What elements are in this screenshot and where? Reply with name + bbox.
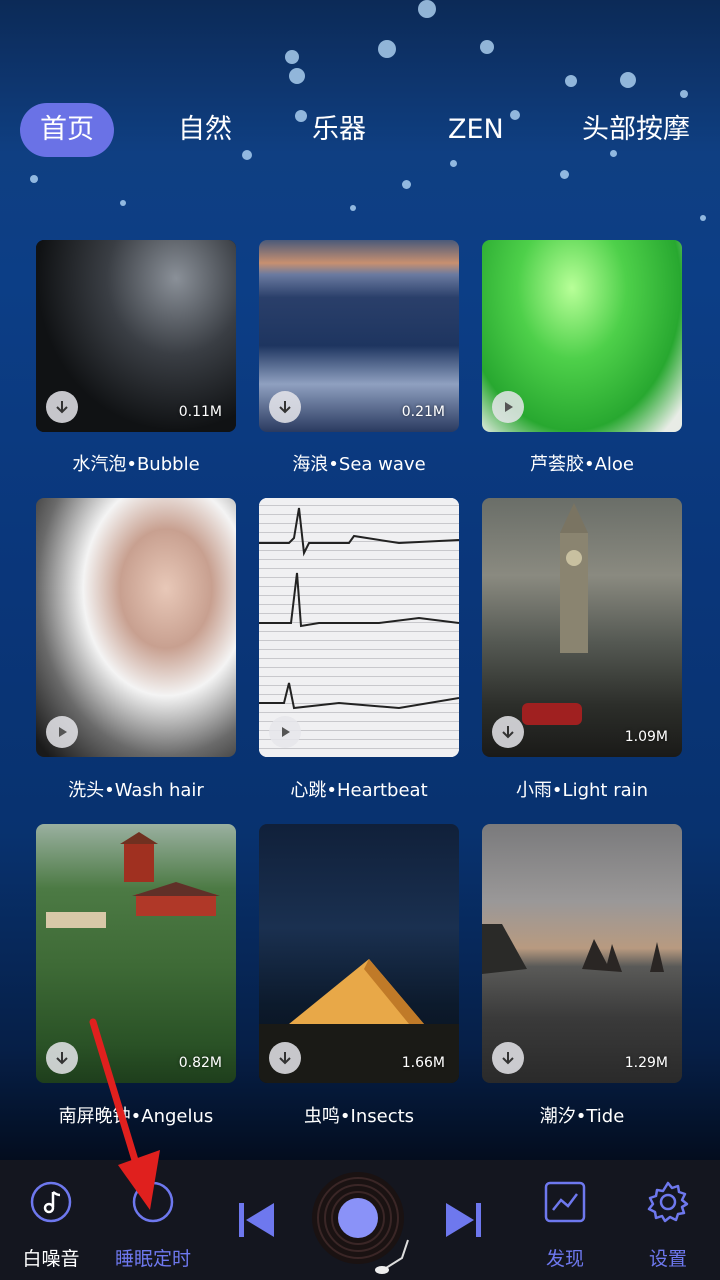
next-track-icon[interactable] (444, 1200, 484, 1240)
sound-card-insects[interactable]: 1.66M (259, 824, 459, 1083)
play-icon[interactable] (269, 716, 301, 748)
nav-label: 睡眠定时 (114, 1248, 191, 1270)
category-tabs: 首页 自然 乐器 ZEN 头部按摩 (0, 103, 720, 159)
tab-head-massage[interactable]: 头部按摩 (582, 103, 690, 157)
play-icon[interactable] (46, 716, 78, 748)
sound-card-tide[interactable]: 1.29M (482, 824, 682, 1083)
music-note-icon (30, 1181, 72, 1223)
nav-settings[interactable]: 设置 (613, 1160, 720, 1280)
download-icon[interactable] (269, 1042, 301, 1074)
nav-label: 发现 (545, 1248, 584, 1270)
download-icon[interactable] (46, 1042, 78, 1074)
file-size: 1.09M (624, 729, 668, 745)
timer-icon (132, 1181, 174, 1223)
sound-label: 南屏晚钟•Angelus (58, 1106, 214, 1127)
file-size: 0.11M (178, 404, 222, 420)
download-icon[interactable] (269, 391, 301, 423)
nav-white-noise[interactable]: 白噪音 (0, 1160, 106, 1280)
sound-label: 小雨•Light rain (515, 780, 649, 801)
nav-label: 白噪音 (22, 1248, 80, 1270)
vinyl-record-icon (312, 1172, 409, 1274)
tab-home[interactable]: 首页 (20, 103, 114, 157)
sound-label: 虫鸣•Insects (303, 1106, 415, 1127)
nav-label: 设置 (648, 1248, 687, 1270)
nav-discover[interactable]: 发现 (510, 1160, 620, 1280)
sound-card-aloe[interactable] (482, 240, 682, 432)
sound-card-heartbeat[interactable] (259, 498, 459, 757)
tab-zen[interactable]: ZEN (448, 103, 504, 157)
bottom-player-bar: 白噪音 睡眠定时 发现 设置 (0, 1160, 720, 1280)
sound-card-sea-wave[interactable]: 0.21M (259, 240, 459, 432)
download-icon[interactable] (492, 716, 524, 748)
vinyl-player[interactable] (310, 1170, 410, 1274)
tab-nature[interactable]: 自然 (178, 103, 232, 157)
sound-grid: 0.11M 水汽泡•Bubble 0.21M 海浪•Sea wave 芦荟胶•A… (0, 240, 720, 1140)
sound-label: 芦荟胶•Aloe (529, 454, 635, 475)
previous-track-icon[interactable] (236, 1200, 276, 1240)
sound-label: 洗头•Wash hair (68, 780, 204, 801)
sound-card-angelus[interactable]: 0.82M (36, 824, 236, 1083)
sound-card-wash-hair[interactable] (36, 498, 236, 757)
file-size: 1.66M (401, 1055, 445, 1071)
sound-label: 心跳•Heartbeat (290, 780, 428, 801)
nav-sleep-timer[interactable]: 睡眠定时 (98, 1160, 208, 1280)
gear-icon (647, 1181, 689, 1223)
download-icon[interactable] (46, 391, 78, 423)
sound-label: 水汽泡•Bubble (72, 454, 200, 475)
sound-label: 海浪•Sea wave (292, 454, 426, 475)
file-size: 1.29M (624, 1055, 668, 1071)
sound-card-light-rain[interactable]: 1.09M (482, 498, 682, 757)
play-icon[interactable] (492, 391, 524, 423)
tab-instruments[interactable]: 乐器 (312, 103, 366, 157)
chart-trend-icon (544, 1181, 586, 1223)
file-size: 0.21M (401, 404, 445, 420)
sound-label: 潮汐•Tide (539, 1106, 625, 1127)
file-size: 0.82M (178, 1055, 222, 1071)
sound-card-bubble[interactable]: 0.11M (36, 240, 236, 432)
download-icon[interactable] (492, 1042, 524, 1074)
